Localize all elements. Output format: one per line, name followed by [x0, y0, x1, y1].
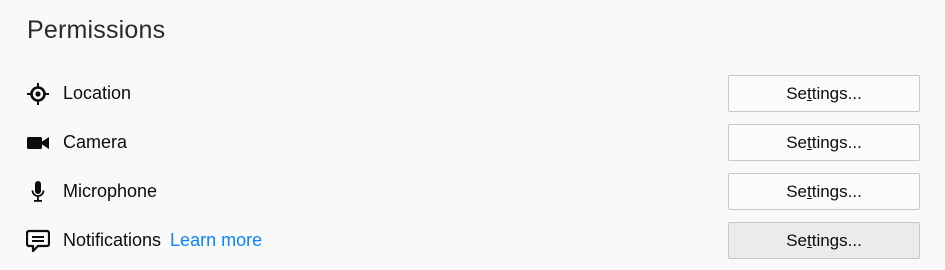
microphone-settings-button[interactable]: Settings... [728, 173, 920, 210]
permission-row-microphone: Microphone Settings... [0, 172, 945, 212]
microphone-icon [26, 180, 50, 204]
permission-row-camera: Camera Settings... [0, 123, 945, 163]
permission-label-location: Location [63, 83, 132, 103]
notifications-icon [26, 229, 50, 253]
settings-button-label: Settings... [786, 181, 862, 201]
notifications-label-text: Notifications [63, 230, 162, 250]
permission-label-notifications: Notifications Learn more [63, 230, 262, 251]
settings-button-label: Settings... [786, 230, 862, 250]
notifications-settings-button[interactable]: Settings... [728, 222, 920, 259]
location-settings-button[interactable]: Settings... [728, 75, 920, 112]
settings-button-label: Settings... [786, 83, 862, 103]
permission-label-microphone: Microphone [63, 181, 158, 201]
location-icon [26, 82, 50, 106]
learn-more-link[interactable]: Learn more [170, 230, 262, 250]
camera-settings-button[interactable]: Settings... [728, 124, 920, 161]
permission-row-location: Location Settings... [0, 74, 945, 114]
section-title: Permissions [27, 16, 166, 44]
permission-label-camera: Camera [63, 132, 128, 152]
permission-row-notifications: Notifications Learn more Settings... [0, 221, 945, 261]
settings-button-label: Settings... [786, 132, 862, 152]
camera-icon [26, 131, 50, 155]
